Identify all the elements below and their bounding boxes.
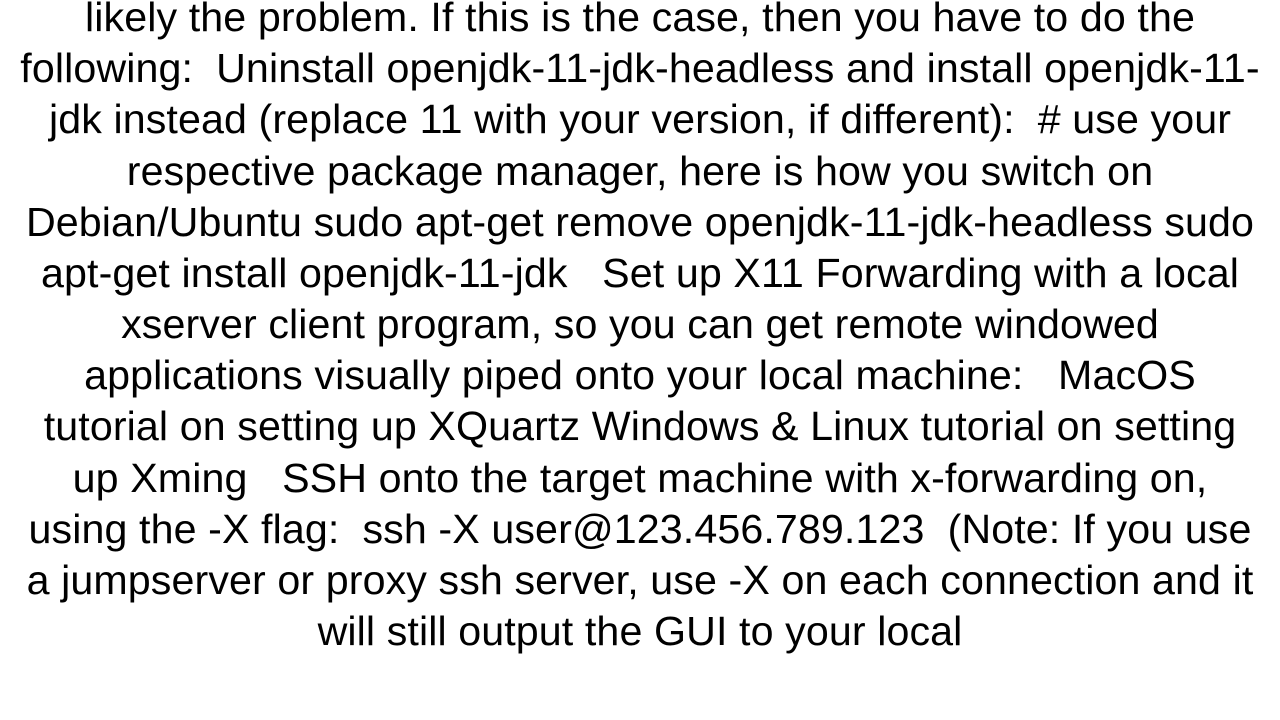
- body-text: likely the problem. If this is the case,…: [18, 0, 1262, 657]
- document-page: likely the problem. If this is the case,…: [0, 0, 1280, 720]
